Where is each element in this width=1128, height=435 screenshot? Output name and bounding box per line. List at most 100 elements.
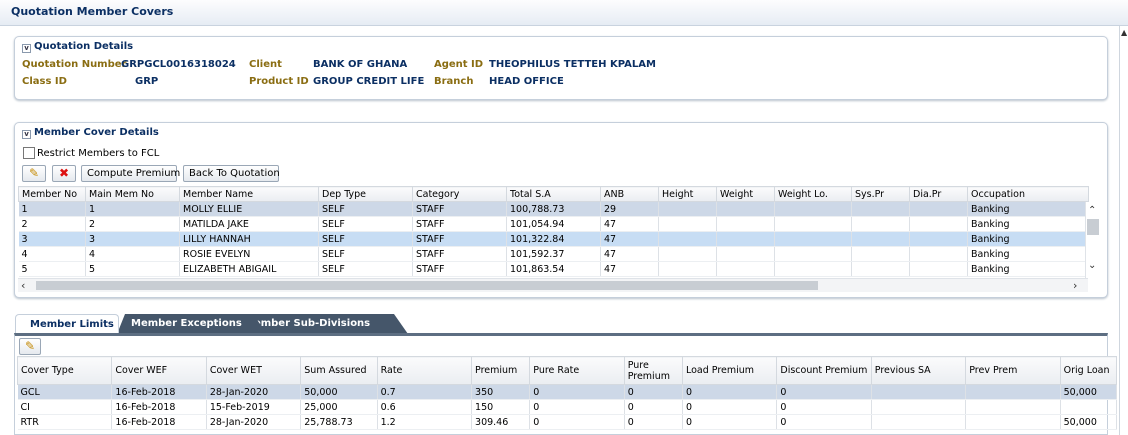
- member-cell: [909, 231, 968, 247]
- scroll-up-icon[interactable]: ⌃: [1088, 205, 1096, 216]
- limits-col-header[interactable]: Previous SA: [870, 356, 967, 385]
- limits-col-header[interactable]: Cover WEF: [111, 356, 207, 385]
- edit-button[interactable]: ✎: [22, 165, 46, 182]
- member-col-header[interactable]: Weight Lo.: [774, 186, 852, 202]
- collapse-icon[interactable]: v: [22, 130, 31, 139]
- collapse-icon[interactable]: v: [22, 44, 31, 53]
- back-to-quotation-button[interactable]: Back To Quotation: [183, 165, 280, 182]
- member-cell: 101,863.54: [506, 261, 601, 277]
- member-grid: Member No Main Mem No Member Name Dep Type C…: [18, 186, 1089, 277]
- limits-col-header[interactable]: Discount Premium: [776, 356, 872, 385]
- member-cell: [658, 246, 717, 262]
- limits-col-header[interactable]: Cover WET: [205, 356, 302, 385]
- member-col-header[interactable]: ANB: [600, 186, 659, 202]
- member-col-header[interactable]: Weight: [716, 186, 775, 202]
- limits-cell: 0.7: [377, 384, 473, 400]
- member-col-header[interactable]: Sys.Pr: [851, 186, 910, 202]
- member-col-header[interactable]: Dep Type: [318, 186, 413, 202]
- member-col-header[interactable]: Member Name: [179, 186, 319, 202]
- member-cell: SELF: [318, 231, 413, 247]
- limits-col-header[interactable]: Pure Premium: [623, 356, 683, 385]
- limits-cell: [965, 414, 1061, 430]
- limits-row[interactable]: RTR 16-Feb-2018 28-Jan-2020 25,788.73 1.2 309…: [17, 414, 1118, 430]
- limits-cell: 50,000: [1060, 414, 1118, 430]
- class-id-label: Class ID: [22, 76, 67, 87]
- member-cell: [774, 201, 852, 217]
- member-cell: 2: [85, 216, 180, 232]
- tab-member-exceptions[interactable]: Member Exceptions: [117, 314, 267, 334]
- limits-col-header[interactable]: Orig Loan: [1059, 356, 1118, 385]
- member-cell: 100,788.73: [506, 201, 601, 217]
- limits-cell: 0: [682, 384, 778, 400]
- member-cell: Banking: [967, 246, 1089, 262]
- limits-col-header[interactable]: Pure Rate: [529, 356, 625, 385]
- product-id-value: GROUP CREDIT LIFE: [313, 76, 425, 87]
- delete-button[interactable]: ✖: [52, 165, 76, 182]
- member-limits-panel: ✎ Cover Type Cover WEF Cover WET Sum Assure…: [14, 333, 1118, 435]
- member-cell: ROSIE EVELYN: [179, 246, 319, 262]
- limits-row[interactable]: GCL 16-Feb-2018 28-Jan-2020 50,000 0.7 350 0 0 0…: [17, 384, 1118, 400]
- member-col-header[interactable]: Member No: [18, 186, 86, 202]
- member-row[interactable]: 5 5 ELIZABETH ABIGAIL SELF STAFF 101,863.54 47…: [18, 261, 1089, 277]
- scroll-down-icon[interactable]: ⌄: [1088, 260, 1096, 271]
- scroll-up-icon[interactable]: ▲: [1121, 28, 1127, 37]
- member-row[interactable]: 3 3 LILLY HANNAH SELF STAFF 101,322.84 47 Banki…: [18, 231, 1089, 247]
- limits-cell: 0: [529, 414, 625, 430]
- member-grid-vscroll[interactable]: ⌃ ⌄: [1085, 202, 1099, 278]
- client-label: Client: [249, 59, 282, 70]
- page-title: Quotation Member Covers: [11, 5, 174, 18]
- member-cell: Banking: [967, 216, 1089, 232]
- scroll-left-icon[interactable]: ‹: [21, 279, 25, 292]
- limits-cell: 0: [776, 414, 872, 430]
- quotation-details-panel: v Quotation Details Quotation Number GRPG…: [14, 36, 1108, 100]
- quotation-details-header[interactable]: v Quotation Details: [22, 41, 133, 53]
- limits-col-header[interactable]: Premium: [471, 356, 531, 385]
- page-header: Quotation Member Covers: [0, 0, 1128, 26]
- member-cover-panel: v Member Cover Details Restrict Members t…: [14, 122, 1108, 298]
- member-cell: [851, 246, 910, 262]
- compute-premium-button[interactable]: Compute Premium: [81, 165, 180, 182]
- member-grid-hscroll[interactable]: ‹ ›: [18, 278, 1088, 292]
- member-col-header[interactable]: Category: [412, 186, 507, 202]
- member-col-header[interactable]: Total S.A: [506, 186, 601, 202]
- member-cell: 47: [600, 246, 659, 262]
- member-col-header[interactable]: Occupation: [967, 186, 1089, 202]
- limits-col-header[interactable]: Rate: [376, 356, 473, 385]
- member-row[interactable]: 4 4 ROSIE EVELYN SELF STAFF 101,592.37 47 Banki…: [18, 246, 1089, 262]
- limits-col-header[interactable]: Sum Assured: [300, 356, 378, 385]
- member-row[interactable]: 2 2 MATILDA JAKE SELF STAFF 101,054.94 47 Banki…: [18, 216, 1089, 232]
- member-row[interactable]: 1 1 MOLLY ELLIE SELF STAFF 100,788.73 29 Bankin…: [18, 201, 1089, 217]
- limits-cell: 15-Feb-2019: [206, 399, 302, 415]
- member-cell: 29: [600, 201, 659, 217]
- member-cell: Banking: [967, 201, 1089, 217]
- member-col-header[interactable]: Height: [658, 186, 717, 202]
- member-col-header[interactable]: Main Mem No: [85, 186, 180, 202]
- member-cover-header[interactable]: v Member Cover Details: [22, 127, 159, 139]
- member-cell: [716, 231, 775, 247]
- member-cell: 101,054.94: [506, 216, 601, 232]
- member-cell: 101,322.84: [506, 231, 601, 247]
- member-cell: 47: [600, 216, 659, 232]
- limits-row[interactable]: CI 16-Feb-2018 15-Feb-2019 25,000 0.6 150 0 0 0 0: [17, 399, 1118, 415]
- member-cell: SELF: [318, 246, 413, 262]
- limits-col-header[interactable]: Load Premium: [681, 356, 778, 385]
- member-cell: 1: [18, 201, 86, 217]
- member-col-header[interactable]: Dia.Pr: [909, 186, 968, 202]
- scroll-right-icon[interactable]: ›: [1073, 279, 1077, 292]
- page-scrollbar[interactable]: ▲: [1119, 26, 1128, 435]
- member-cell: STAFF: [412, 231, 507, 247]
- limits-col-header[interactable]: Cover Type: [16, 356, 113, 385]
- restrict-members-checkbox[interactable]: [23, 147, 35, 159]
- limits-col-header[interactable]: Prev Prem: [965, 356, 1061, 385]
- restrict-members-label: Restrict Members to FCL: [37, 148, 160, 159]
- limits-cell: 50,000: [1060, 384, 1118, 400]
- member-cell: 4: [18, 246, 86, 262]
- tab-member-limits[interactable]: Member Limits: [15, 314, 119, 334]
- member-cell: Banking: [967, 261, 1089, 277]
- member-cell: STAFF: [412, 261, 507, 277]
- limits-cell: 309.46: [471, 414, 531, 430]
- delete-x-icon: ✖: [58, 166, 70, 180]
- member-cell: 2: [18, 216, 86, 232]
- edit-limits-button[interactable]: ✎: [19, 338, 41, 355]
- member-cell: 47: [600, 231, 659, 247]
